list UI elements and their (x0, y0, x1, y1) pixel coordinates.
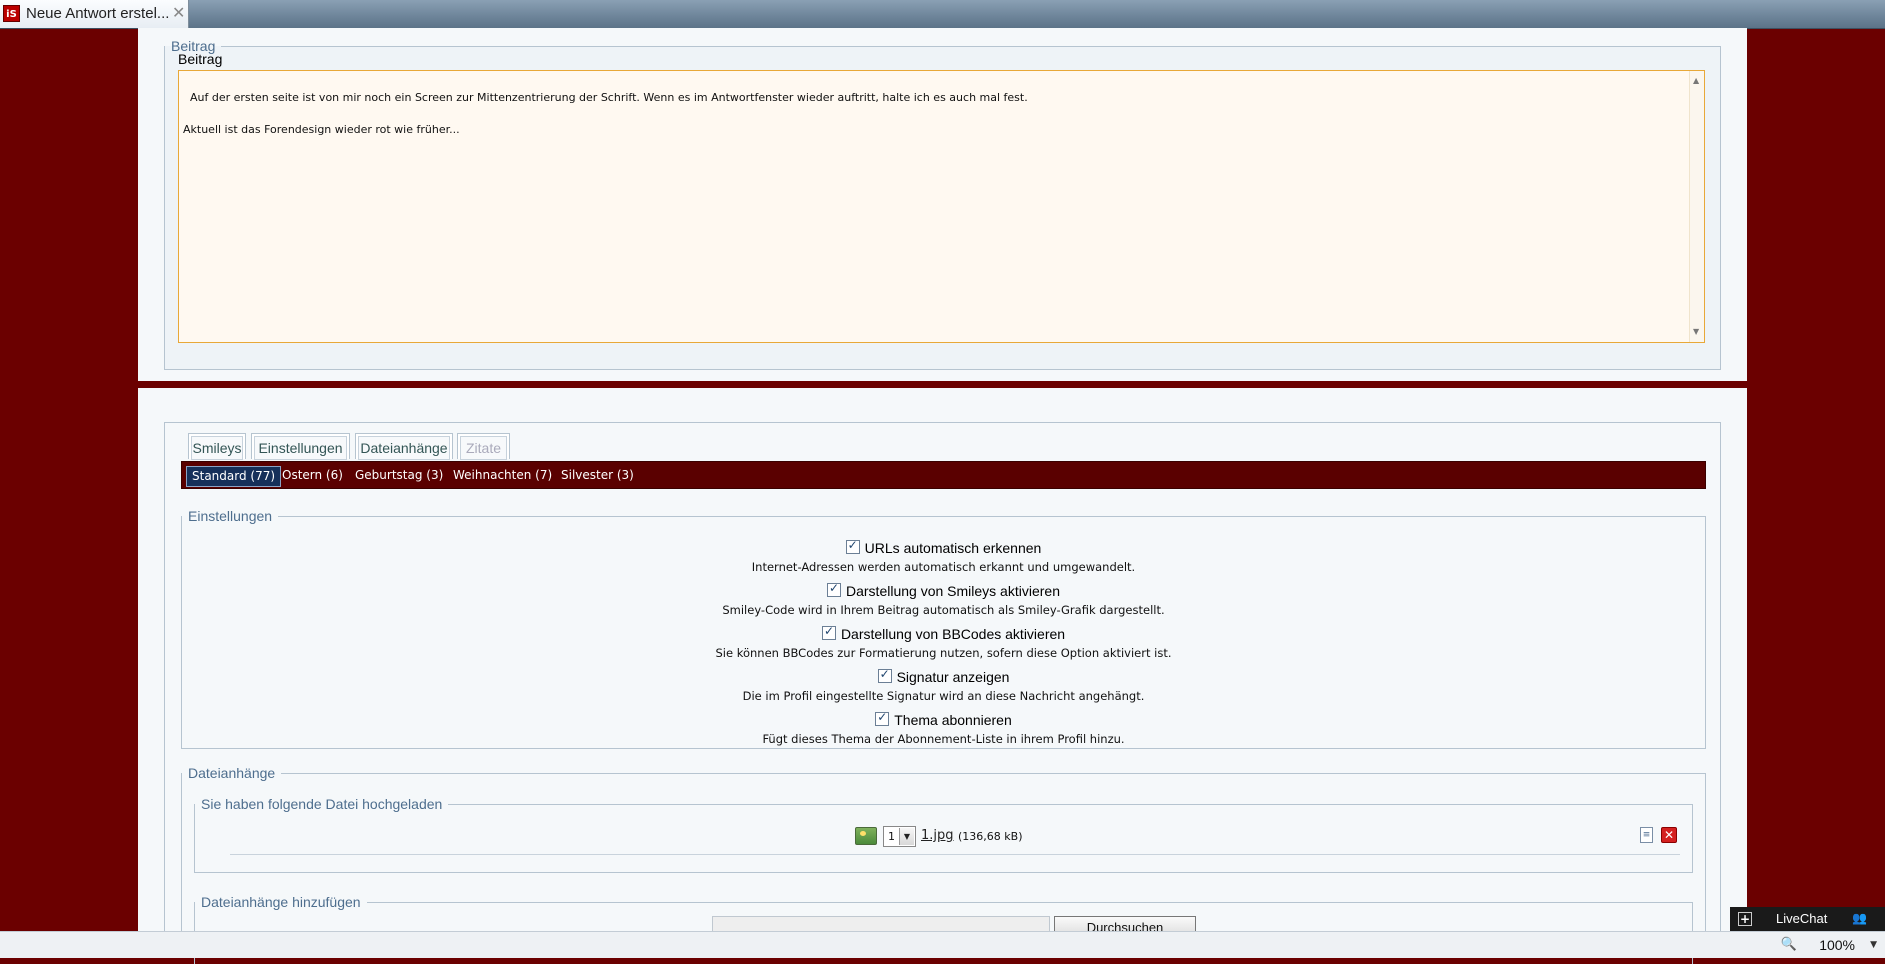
chevron-down-icon[interactable]: ▼ (1870, 940, 1877, 950)
option-abonnieren: Thema abonnieren Fügt dieses Thema der A… (182, 710, 1705, 746)
dateianhaenge-legend: Dateianhänge (188, 765, 276, 781)
browser-tab[interactable]: iS Neue Antwort erstel... ✕ (0, 0, 189, 28)
option-description: Fügt dieses Thema der Abonnement-Liste i… (762, 732, 1125, 746)
option-urls: URLs automatisch erkennen Internet-Adres… (182, 538, 1705, 574)
post-textarea[interactable]: Auf der ersten seite ist von mir noch ei… (178, 70, 1705, 343)
add-attachments-legend: Dateianhänge hinzufügen (201, 894, 361, 910)
livechat-label[interactable]: LiveChat (1776, 911, 1827, 926)
tab-einstellungen[interactable]: Einstellungen (251, 433, 350, 460)
insert-document-icon[interactable]: ≡ (1640, 827, 1653, 843)
post-text: Auf der ersten seite ist von mir noch ei… (183, 91, 1028, 136)
browser-status-bar: 🔍 100% ▼ (0, 931, 1885, 958)
zoom-level[interactable]: 100% (1819, 937, 1855, 953)
einstellungen-fieldset: Einstellungen URLs automatisch erkennen … (181, 508, 1706, 749)
option-description: Sie können BBCodes zur Formatierung nutz… (715, 646, 1172, 660)
site-favicon-icon: iS (3, 5, 20, 22)
bbcodes-checkbox[interactable] (821, 624, 836, 640)
livechat-widget[interactable]: + LiveChat 👥 (1730, 907, 1885, 931)
chevron-down-icon[interactable]: ▼ (899, 828, 914, 845)
image-file-icon (855, 827, 877, 845)
tab-zitate: Zitate (457, 433, 510, 460)
browser-tab-title: Neue Antwort erstel... (26, 5, 170, 22)
urls-checkbox[interactable] (845, 538, 860, 554)
option-signatur: Signatur anzeigen Die im Profil eingeste… (182, 667, 1705, 703)
users-icon: 👥 (1852, 911, 1867, 925)
option-description: Internet-Adressen werden automatisch erk… (751, 560, 1136, 574)
file-size: (136,68 kB) (958, 830, 1023, 843)
delete-icon[interactable]: ✕ (1661, 827, 1677, 843)
expand-plus-icon[interactable]: + (1738, 912, 1752, 926)
beitrag-label: Beitrag (178, 51, 223, 67)
option-description: Smiley-Code wird in Ihrem Beitrag automa… (722, 603, 1165, 617)
smiley-cat-silvester[interactable]: Silvester (3) (556, 466, 639, 485)
option-bbcodes: Darstellung von BBCodes aktivieren Sie k… (182, 624, 1705, 660)
smileys-checkbox[interactable] (827, 581, 841, 597)
option-smileys: Darstellung von Smileys aktivieren Smile… (182, 581, 1705, 617)
smiley-cat-geburtstag[interactable]: Geburtstag (3) (350, 466, 448, 485)
smiley-cat-weihnachten[interactable]: Weihnachten (7) (448, 466, 557, 485)
einstellungen-legend: Einstellungen (188, 508, 273, 524)
uploaded-files-legend: Sie haben folgende Datei hochgeladen (201, 796, 443, 812)
abonnieren-checkbox[interactable] (875, 710, 890, 726)
smiley-cat-ostern[interactable]: Ostern (6) (277, 466, 348, 485)
signatur-checkbox[interactable] (877, 667, 892, 683)
option-label: URLs automatisch erkennen (864, 540, 1042, 556)
option-label: Darstellung von BBCodes aktivieren (840, 626, 1066, 642)
option-description: Die im Profil eingestellte Signatur wird… (742, 689, 1145, 703)
smiley-category-bar: Standard (77) Ostern (6) Geburtstag (3) … (181, 461, 1706, 489)
zoom-magnifier-icon[interactable]: 🔍 (1781, 937, 1797, 952)
smiley-cat-standard[interactable]: Standard (77) (186, 466, 282, 487)
option-label: Thema abonnieren (894, 712, 1012, 728)
tab-smileys[interactable]: Smileys (188, 433, 246, 460)
file-name-link[interactable]: 1.jpg (921, 828, 954, 843)
attachment-position-value: 1 (888, 830, 895, 843)
divider (230, 854, 1680, 855)
browser-tab-strip: iS Neue Antwort erstel... ✕ (0, 0, 1885, 29)
scroll-up-icon[interactable]: ▲ (1693, 73, 1699, 89)
scroll-down-icon[interactable]: ▼ (1693, 324, 1699, 340)
option-label: Signatur anzeigen (896, 669, 1010, 685)
tab-dateianhaenge[interactable]: Dateianhänge (355, 433, 453, 460)
close-tab-icon[interactable]: ✕ (172, 3, 185, 22)
option-label: Darstellung von Smileys aktivieren (846, 583, 1060, 599)
textarea-scrollbar[interactable]: ▲ ▼ (1689, 71, 1704, 342)
attachment-position-select[interactable]: 1 ▼ (883, 826, 916, 847)
